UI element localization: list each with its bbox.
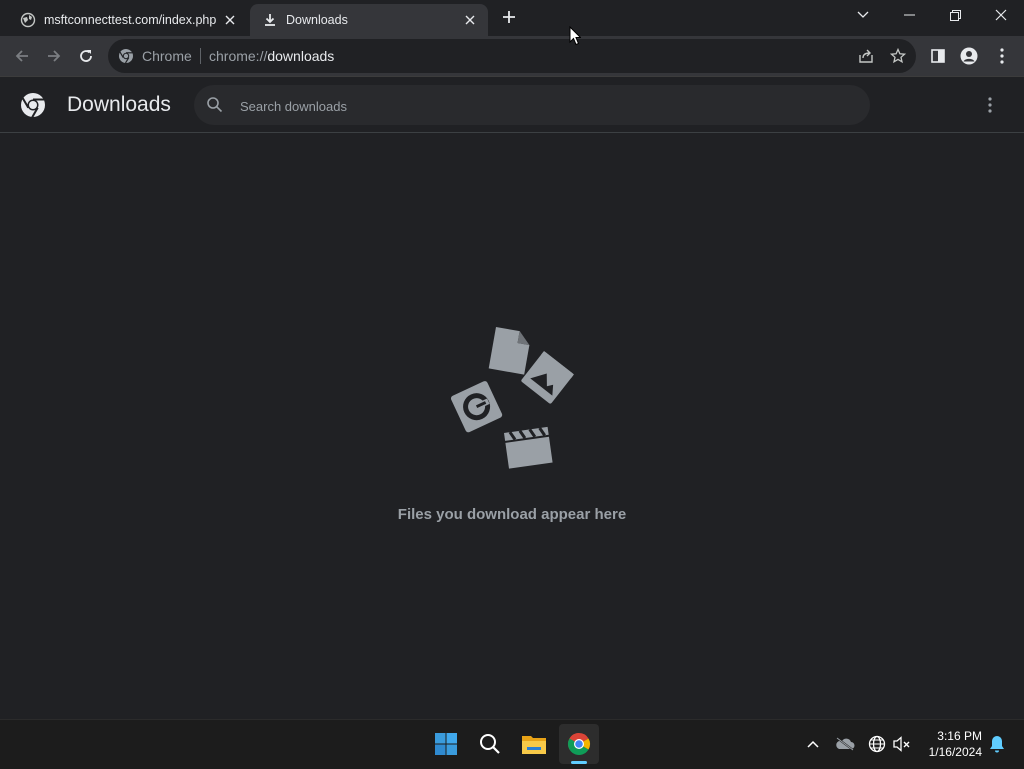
- clock-date: 1/16/2024: [928, 745, 982, 759]
- restore-button[interactable]: [933, 0, 977, 30]
- more-actions-button[interactable]: [978, 93, 1002, 117]
- tab-close-icon[interactable]: [460, 10, 480, 30]
- volume-muted-icon[interactable]: [890, 732, 914, 756]
- chrome-taskbar-icon[interactable]: [559, 724, 599, 764]
- empty-state-message: Files you download appear here: [397, 506, 627, 523]
- active-app-indicator: [571, 761, 587, 764]
- tab-title: msftconnecttest.com/index.php: [44, 13, 217, 27]
- new-tab-button[interactable]: [498, 6, 520, 28]
- browser-toolbar: Chrome chrome://downloads: [0, 36, 1024, 77]
- taskbar-clock[interactable]: 3:16 PM 1/16/2024: [918, 728, 982, 760]
- url-scheme: chrome://: [209, 48, 268, 64]
- side-panel-button[interactable]: [924, 42, 952, 70]
- windows-taskbar: 3:16 PM 1/16/2024: [0, 719, 1024, 769]
- empty-downloads-illustration: [450, 327, 574, 469]
- page-title: Downloads: [67, 93, 171, 116]
- forward-button[interactable]: [40, 42, 68, 70]
- tab-title: Downloads: [286, 13, 348, 27]
- search-input[interactable]: [238, 93, 842, 119]
- search-icon: [206, 96, 224, 114]
- start-button[interactable]: [426, 724, 466, 764]
- chrome-site-icon[interactable]: [118, 48, 134, 64]
- chrome-menu-button[interactable]: [988, 42, 1016, 70]
- downloads-list-empty: Files you download appear here: [0, 133, 1024, 719]
- omnibox-chip: Chrome: [142, 48, 192, 64]
- chrome-logo-icon: [20, 92, 46, 118]
- mouse-cursor-icon: [569, 26, 581, 46]
- globe-icon: [20, 12, 36, 28]
- onedrive-icon[interactable]: [833, 732, 857, 756]
- back-button[interactable]: [8, 42, 36, 70]
- url-host: downloads: [267, 48, 335, 64]
- file-explorer-icon[interactable]: [514, 724, 554, 764]
- show-hidden-icons-button[interactable]: [801, 732, 825, 756]
- downloads-header: Downloads: [0, 77, 1024, 133]
- share-icon[interactable]: [856, 46, 876, 66]
- omnibox-url[interactable]: chrome://downloads: [209, 48, 334, 64]
- tab-search-button[interactable]: [841, 0, 885, 30]
- address-bar[interactable]: Chrome chrome://downloads: [108, 39, 916, 73]
- tab-msftconnecttest[interactable]: msftconnecttest.com/index.php: [8, 4, 248, 36]
- clock-time: 3:16 PM: [937, 729, 982, 743]
- omnibox-divider: [200, 48, 201, 64]
- search-taskbar-button[interactable]: [470, 724, 510, 764]
- tab-downloads[interactable]: Downloads: [250, 4, 488, 36]
- bookmark-star-icon[interactable]: [888, 46, 908, 66]
- profile-button[interactable]: [955, 42, 983, 70]
- notification-bell-icon[interactable]: [985, 732, 1009, 756]
- download-icon: [262, 12, 278, 28]
- tab-strip: msftconnecttest.com/index.php Downloads: [0, 0, 1024, 36]
- search-box[interactable]: [194, 85, 870, 125]
- tab-close-icon[interactable]: [220, 10, 240, 30]
- network-globe-icon[interactable]: [865, 732, 889, 756]
- reload-button[interactable]: [72, 42, 100, 70]
- minimize-button[interactable]: [887, 0, 931, 30]
- close-window-button[interactable]: [979, 0, 1023, 30]
